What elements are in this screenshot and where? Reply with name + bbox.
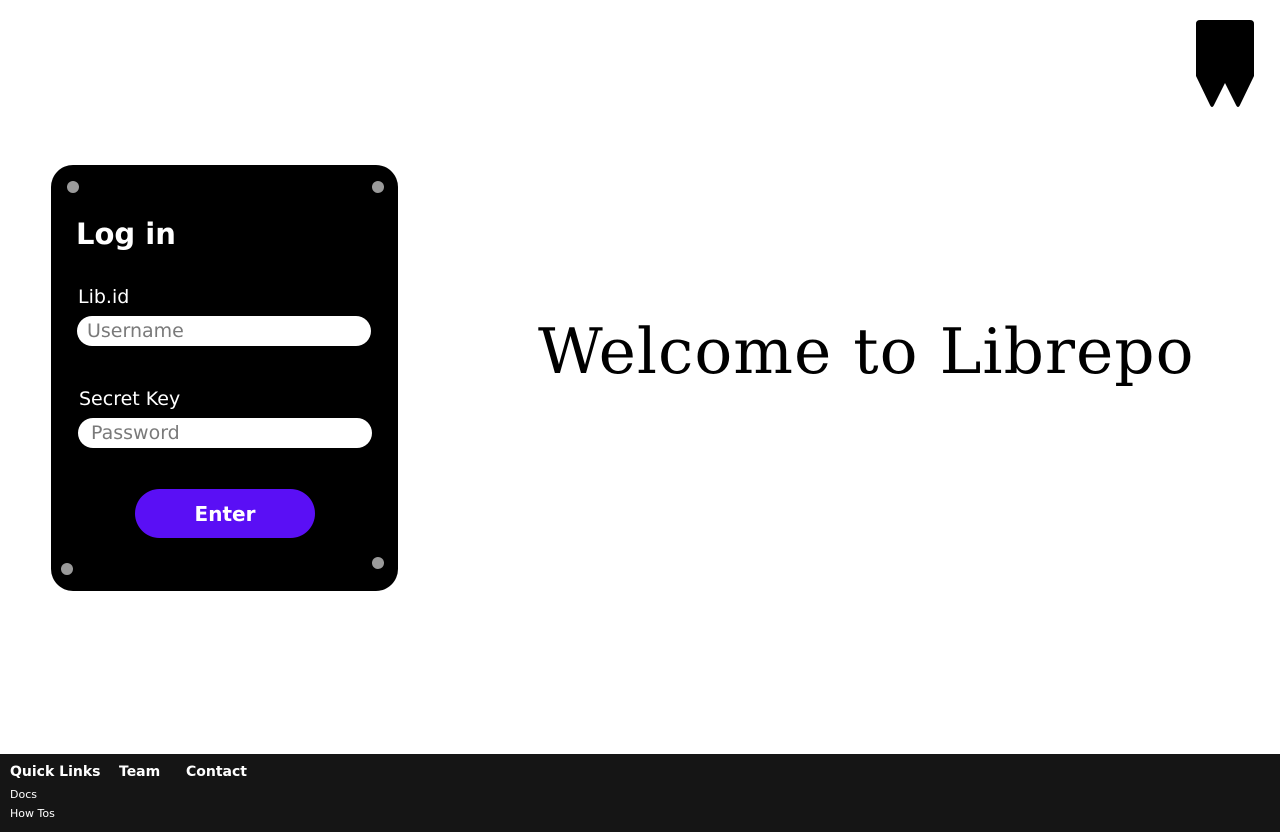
username-label: Lib.id [78,286,130,308]
screw-bottom-right [372,557,384,569]
username-input[interactable] [77,316,371,346]
screw-top-left [67,181,79,193]
password-input[interactable] [78,418,372,448]
footer-contact-link[interactable]: Contact [186,764,247,780]
footer-team: Team [119,764,160,780]
login-card: Log in Lib.id Secret Key Enter [51,165,398,591]
footer-link-docs[interactable]: Docs [10,785,100,804]
footer-quick-links-list: Docs How Tos [10,785,100,823]
footer-contact: Contact [186,764,247,780]
enter-button[interactable]: Enter [135,489,315,538]
login-title: Log in [76,217,176,251]
footer: Quick Links Docs How Tos Team Contact [0,754,1280,832]
footer-team-link[interactable]: Team [119,764,160,780]
footer-quick-links-heading[interactable]: Quick Links [10,764,100,780]
bookmark-icon[interactable] [1196,20,1254,108]
password-label: Secret Key [79,388,181,410]
screw-bottom-left [61,563,73,575]
footer-link-how-tos[interactable]: How Tos [10,804,100,823]
footer-quick-links: Quick Links Docs How Tos [10,764,100,823]
page: Log in Lib.id Secret Key Enter Welcome t… [0,0,1280,832]
screw-top-right [372,181,384,193]
welcome-heading: Welcome to Librepo [538,315,1195,388]
